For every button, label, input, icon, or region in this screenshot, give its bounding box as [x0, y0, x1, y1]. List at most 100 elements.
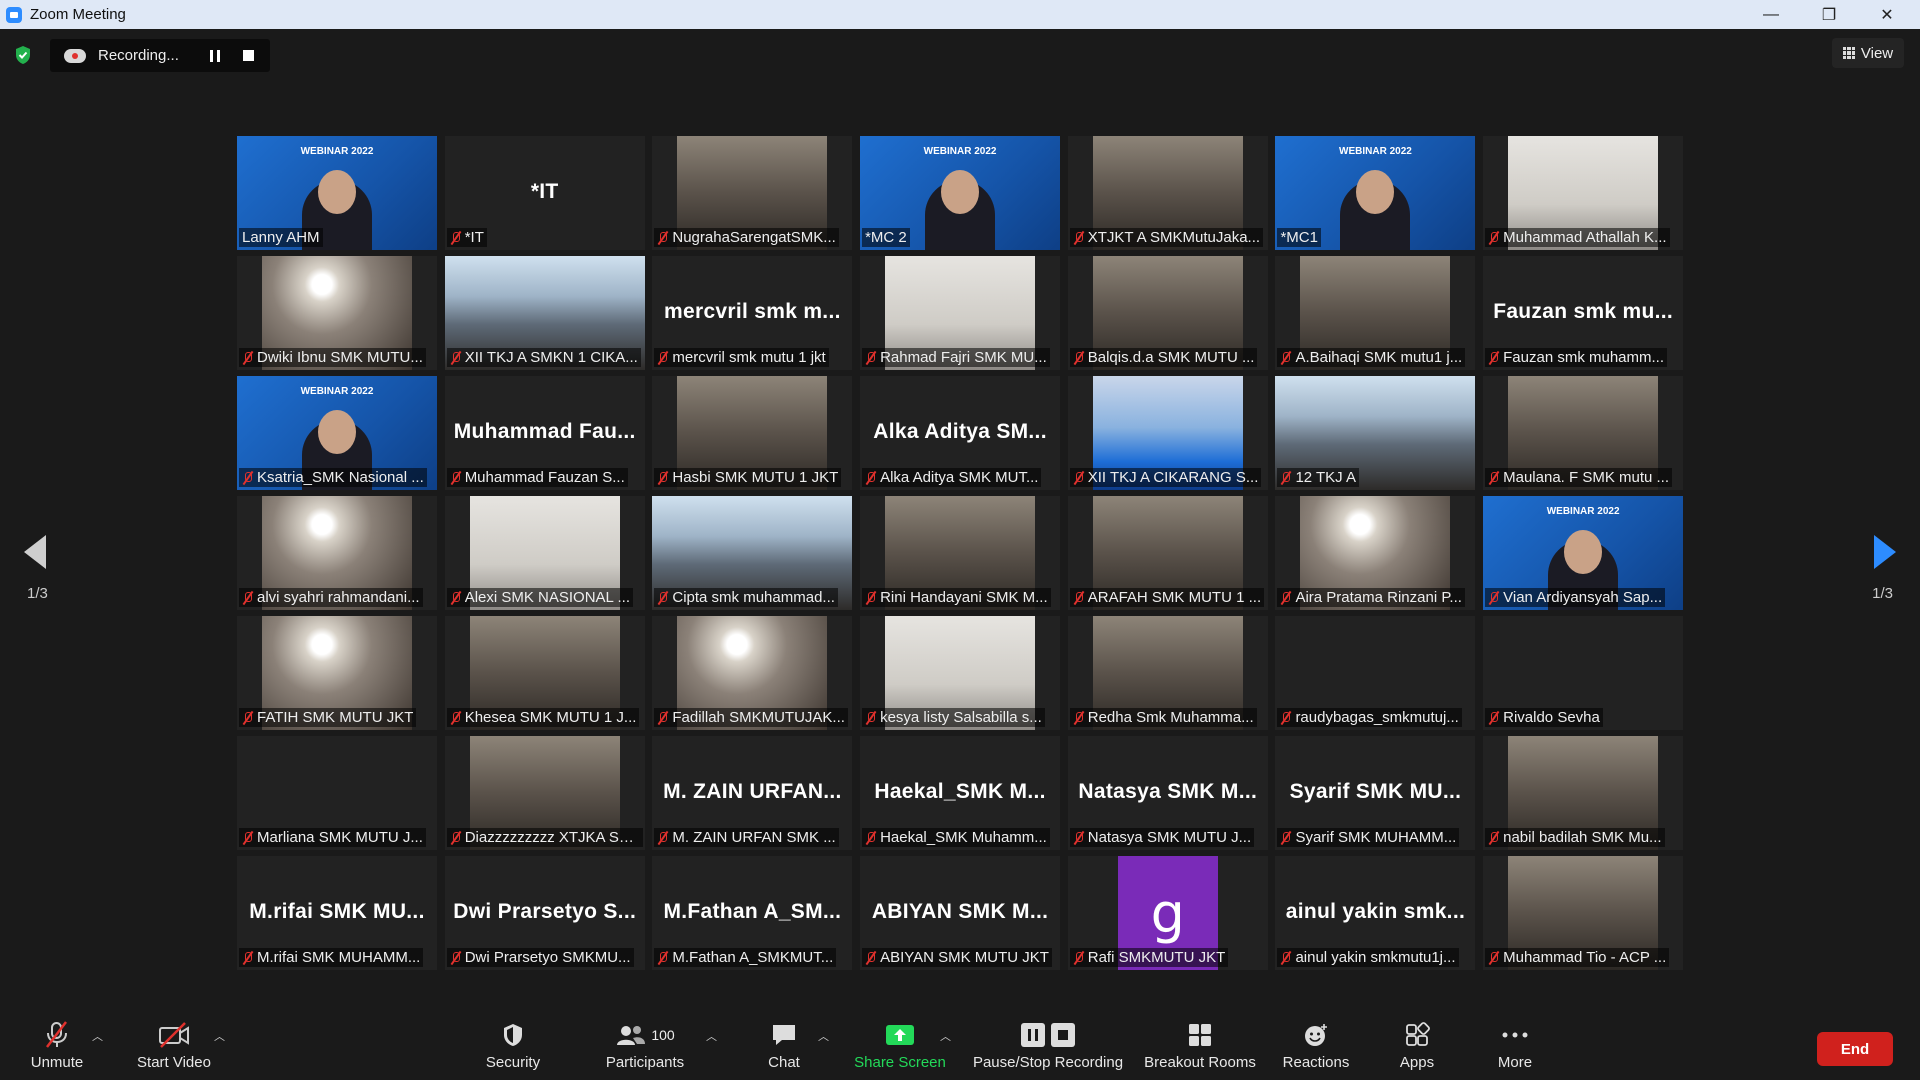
participant-tile[interactable]: Rahmad Fajri SMK MU...	[860, 256, 1061, 370]
restore-button[interactable]: ❐	[1800, 0, 1858, 29]
participant-tile[interactable]: Muhammad Athallah K...	[1483, 136, 1684, 250]
participant-tile[interactable]: A.Baihaqi SMK mutu1 j...	[1275, 256, 1476, 370]
pause-stop-recording-button[interactable]: Pause/Stop Recording	[970, 1018, 1126, 1080]
security-shield-icon	[504, 1024, 522, 1046]
muted-mic-icon	[1073, 351, 1084, 365]
participant-tile[interactable]: XTJKT A SMKMutuJaka...	[1067, 136, 1268, 250]
participant-tile[interactable]: WEBINAR 2022 Vian Ardiyansyah Sap...	[1483, 496, 1684, 610]
participant-tile[interactable]: Fadillah SMKMUTUJAK...	[652, 616, 853, 730]
participant-tile[interactable]: g Rafi SMKMUTU JKT	[1067, 856, 1268, 970]
participant-tile[interactable]: alvi syahri rahmandani...	[237, 496, 437, 610]
participant-tile[interactable]: XII TKJ A CIKARANG S...	[1067, 376, 1268, 490]
participant-tile[interactable]: M.rifai SMK MU... M.rifai SMK MUHAMM...	[237, 856, 437, 970]
participant-tile[interactable]: Aira Pratama Rinzani P...	[1275, 496, 1476, 610]
participant-tile[interactable]: raudybagas_smkmutuj...	[1275, 616, 1476, 730]
participant-tile[interactable]: WEBINAR 2022 Ksatria_SMK Nasional ...	[237, 376, 437, 490]
participant-tile[interactable]: Muhammad Tio - ACP ...	[1483, 856, 1684, 970]
participant-name: ABIYAN SMK MUTU JKT	[880, 949, 1049, 966]
muted-mic-icon	[865, 471, 876, 485]
security-button[interactable]: Security	[478, 1018, 548, 1080]
audio-options-chevron-icon[interactable]: ︿	[92, 1028, 103, 1044]
unmute-button[interactable]: Unmute	[24, 1018, 90, 1080]
participant-tile[interactable]: Cipta smk muhammad...	[652, 496, 853, 610]
participant-tile[interactable]: WEBINAR 2022 Lanny AHM	[237, 136, 437, 250]
participant-tile[interactable]: Dwi Prarsetyo S... Dwi Prarsetyo SMKMU...	[444, 856, 645, 970]
participants-button[interactable]: 100 Participants	[598, 1018, 692, 1080]
webinar-banner-text: WEBINAR 2022	[1339, 146, 1412, 157]
participant-tile[interactable]: WEBINAR 2022 *MC 2	[860, 136, 1061, 250]
participant-name: kesya listy Salsabilla s...	[880, 709, 1042, 726]
end-meeting-button[interactable]: End	[1817, 1032, 1893, 1066]
participant-tile[interactable]: Natasya SMK M... Natasya SMK MUTU J...	[1067, 736, 1268, 850]
breakout-rooms-button[interactable]: Breakout Rooms	[1142, 1018, 1258, 1080]
pause-recording-button[interactable]	[210, 49, 220, 62]
muted-mic-icon	[1073, 471, 1084, 485]
participant-tile[interactable]: Marliana SMK MUTU J...	[237, 736, 437, 850]
participant-tile[interactable]: Rivaldo Sevha	[1483, 616, 1684, 730]
participant-name-label: raudybagas_smkmutuj...	[1277, 708, 1462, 727]
participant-tile[interactable]: Haekal_SMK M... Haekal_SMK Muhamm...	[860, 736, 1061, 850]
share-options-chevron-icon[interactable]: ︿	[940, 1028, 951, 1044]
participant-tile[interactable]: Redha Smk Muhamma...	[1067, 616, 1268, 730]
reactions-button[interactable]: Reactions	[1280, 1018, 1352, 1080]
start-video-button[interactable]: Start Video	[132, 1018, 216, 1080]
apps-button[interactable]: Apps	[1392, 1018, 1442, 1080]
participant-name-label: Fadillah SMKMUTUJAK...	[654, 708, 848, 727]
participant-tile[interactable]: XII TKJ A SMKN 1 CIKA...	[444, 256, 645, 370]
muted-mic-icon	[1280, 951, 1291, 965]
participant-tile[interactable]: Diazzzzzzzzz XTJKA SM...	[444, 736, 645, 850]
participant-tile[interactable]: Rini Handayani SMK M...	[860, 496, 1061, 610]
participant-tile[interactable]: Khesea SMK MUTU 1 J...	[444, 616, 645, 730]
participant-tile[interactable]: ABIYAN SMK M... ABIYAN SMK MUTU JKT	[860, 856, 1061, 970]
participant-display-name: Fauzan smk mu...	[1493, 300, 1674, 323]
participant-tile[interactable]: NugrahaSarengatSMK...	[652, 136, 853, 250]
share-screen-button[interactable]: Share Screen	[852, 1018, 948, 1080]
participant-tile[interactable]: Dwiki Ibnu SMK MUTU...	[237, 256, 437, 370]
participant-tile[interactable]: FATIH SMK MUTU JKT	[237, 616, 437, 730]
participant-tile[interactable]: ainul yakin smk... ainul yakin smkmutu1j.…	[1275, 856, 1476, 970]
stop-recording-button[interactable]	[243, 50, 254, 61]
muted-mic-icon	[657, 711, 668, 725]
webinar-banner-text: WEBINAR 2022	[1546, 506, 1620, 517]
participant-name: Haekal_SMK Muhamm...	[880, 829, 1047, 846]
participant-tile[interactable]: Balqis.d.a SMK MUTU ...	[1067, 256, 1268, 370]
participant-tile[interactable]: 12 TKJ A	[1275, 376, 1476, 490]
participant-tile[interactable]: kesya listy Salsabilla s...	[860, 616, 1061, 730]
participant-tile[interactable]: Maulana. F SMK mutu ...	[1483, 376, 1684, 490]
participant-tile[interactable]: Syarif SMK MU... Syarif SMK MUHAMM...	[1275, 736, 1476, 850]
participant-tile[interactable]: Alexi SMK NASIONAL ...	[444, 496, 645, 610]
participant-name: M.rifai SMK MUHAMM...	[257, 949, 421, 966]
close-button[interactable]: ✕	[1858, 0, 1916, 29]
participant-tile[interactable]: M.Fathan A_SM... M.Fathan A_SMKMUT...	[652, 856, 853, 970]
webinar-banner-text: WEBINAR 2022	[300, 386, 374, 397]
chat-button[interactable]: Chat	[758, 1018, 810, 1080]
view-button[interactable]: View	[1832, 38, 1904, 68]
participant-name-label: Muhammad Athallah K...	[1485, 228, 1670, 247]
participant-tile[interactable]: Fauzan smk mu... Fauzan smk muhamm...	[1483, 256, 1684, 370]
participant-tile[interactable]: M. ZAIN URFAN... M. ZAIN URFAN SMK ...	[652, 736, 853, 850]
participant-name: Marliana SMK MUTU J...	[257, 829, 423, 846]
participant-name-label: Rivaldo Sevha	[1485, 708, 1603, 727]
participant-name: Muhammad Fauzan S...	[464, 469, 625, 486]
encryption-shield-icon[interactable]	[14, 45, 32, 65]
participant-name-label: FATIH SMK MUTU JKT	[239, 708, 417, 727]
muted-mic-icon	[1280, 831, 1291, 845]
participant-display-name: Muhammad Fau...	[453, 420, 636, 443]
next-page-arrow-icon[interactable]	[1874, 535, 1896, 569]
participant-tile[interactable]: ARAFAH SMK MUTU 1 ...	[1067, 496, 1268, 610]
previous-page-arrow-icon[interactable]	[24, 535, 46, 569]
participant-tile[interactable]: Hasbi SMK MUTU 1 JKT	[652, 376, 853, 490]
muted-mic-icon	[1073, 591, 1084, 605]
participants-options-chevron-icon[interactable]: ︿	[706, 1028, 717, 1044]
minimize-button[interactable]: —	[1742, 0, 1800, 29]
participant-tile[interactable]: Alka Aditya SM... Alka Aditya SMK MUT...	[860, 376, 1061, 490]
participant-tile[interactable]: Muhammad Fau... Muhammad Fauzan S...	[444, 376, 645, 490]
participant-name: Khesea SMK MUTU 1 J...	[464, 709, 637, 726]
participant-tile[interactable]: WEBINAR 2022 *MC1	[1275, 136, 1476, 250]
video-options-chevron-icon[interactable]: ︿	[214, 1028, 225, 1044]
participant-tile[interactable]: nabil badilah SMK Mu...	[1483, 736, 1684, 850]
participant-tile[interactable]: *IT *IT	[444, 136, 645, 250]
participant-tile[interactable]: mercvril smk m... mercvril smk mutu 1 jkt	[652, 256, 853, 370]
more-button[interactable]: More	[1488, 1018, 1542, 1080]
chat-options-chevron-icon[interactable]: ︿	[818, 1028, 829, 1044]
